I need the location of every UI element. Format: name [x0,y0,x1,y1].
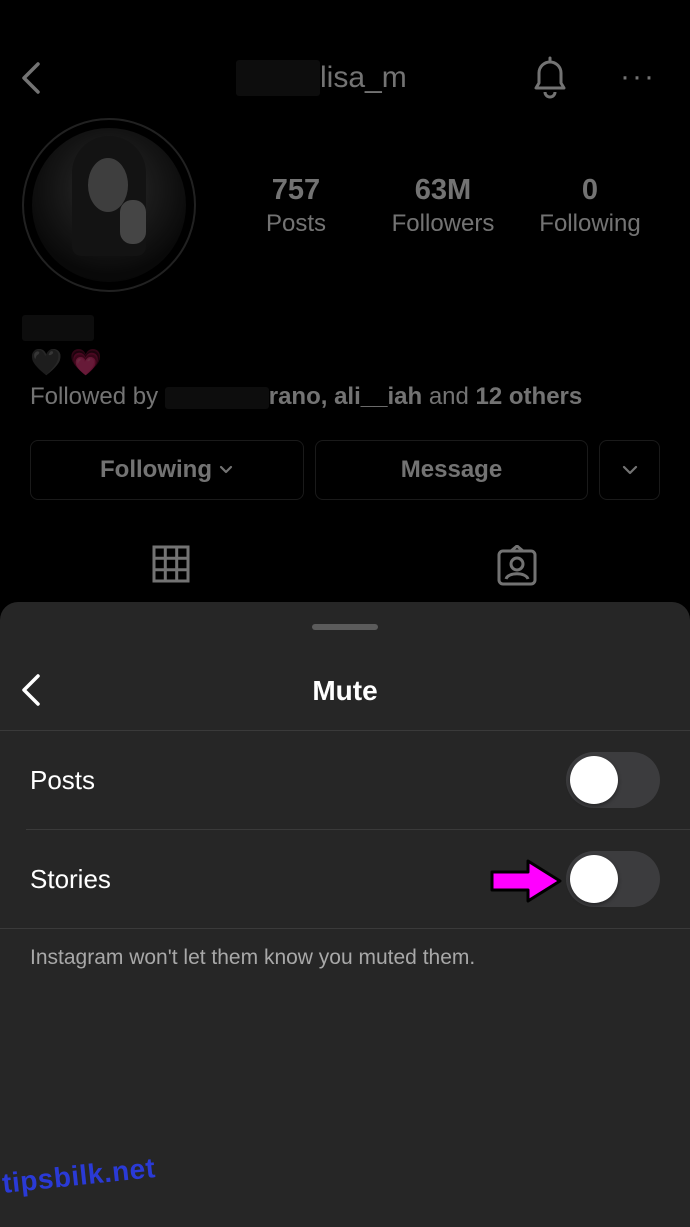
sheet-drag-handle[interactable] [312,624,378,630]
toggle-knob [570,855,618,903]
message-button[interactable]: Message [315,440,588,500]
chevron-down-icon [219,465,233,474]
tagged-user-icon[interactable] [496,545,538,587]
annotation-arrow-icon [490,859,562,903]
back-arrow-icon[interactable] [14,58,54,98]
redacted-text [236,60,320,96]
stat-followers[interactable]: 63M Followers [383,172,503,240]
mute-bottom-sheet: Mute Posts Stories Instagram won't let t… [0,602,690,1227]
sheet-title: Mute [312,675,378,706]
suggested-dropdown-button[interactable] [599,440,660,500]
grid-icon[interactable] [152,545,190,583]
followed-by-others: 12 others [475,383,583,410]
mute-posts-toggle[interactable] [566,752,660,808]
stat-value: 63M [414,174,472,206]
redacted-name [22,315,94,341]
profile-screen: lisa_m ··· 757 Posts 63M Followers 0 Fol… [0,0,690,610]
black-heart-icon: 🖤 [30,347,63,377]
toggle-knob [570,756,618,804]
more-options-icon[interactable]: ··· [620,62,656,92]
followed-by-line[interactable]: Followed by rano, ali__iah and 12 others [30,382,582,412]
following-button-label: Following [100,456,212,483]
mute-posts-label: Posts [30,765,96,795]
message-button-label: Message [400,456,503,483]
bio-emojis: 🖤 💗 [30,347,102,377]
username-text: lisa_m [320,61,407,94]
chevron-down-icon [622,465,637,475]
pink-heart-icon: 💗 [69,347,102,377]
followed-by-names: rano, ali__iah [268,383,423,410]
mute-info-note: Instagram won't let them know you muted … [30,946,476,969]
mute-stories-toggle[interactable] [566,851,660,907]
divider [0,928,690,929]
followed-by-prefix: Followed by [30,383,159,410]
bell-icon[interactable] [528,55,572,101]
divider [0,730,690,731]
stat-value: 757 [271,174,321,206]
stat-label: Followers [391,210,495,237]
following-button[interactable]: Following [30,440,304,500]
stat-following[interactable]: 0 Following [530,172,650,240]
stat-posts[interactable]: 757 Posts [246,172,346,240]
stat-label: Posts [265,210,327,237]
followed-by-connector: and [428,383,469,410]
avatar[interactable] [32,128,186,282]
divider [26,829,690,830]
stat-value: 0 [581,174,599,206]
redacted-text [164,386,269,409]
profile-username: lisa_m [236,58,407,98]
stat-label: Following [539,210,641,237]
mute-stories-label: Stories [30,864,111,894]
